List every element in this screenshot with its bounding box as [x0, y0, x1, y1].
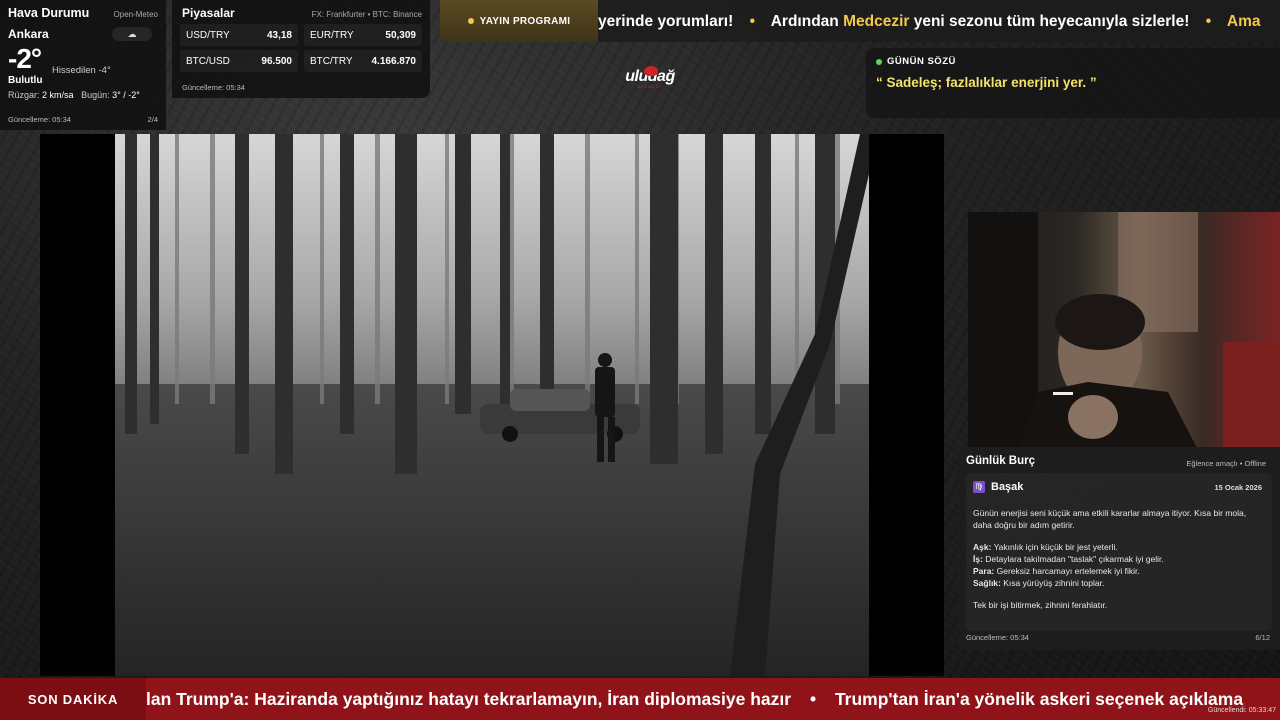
logo-badge-icon	[644, 66, 658, 76]
horoscope-health: Sağlık: Kısa yürüyüş zihnini toplar.	[973, 577, 1265, 589]
ticker-item: yerinde yorumları!	[598, 13, 734, 30]
horoscope-widget: Günlük Burç Eğlence amaçlı • Offline ♍ B…	[958, 447, 1280, 650]
market-item: USD/TRY 43,18	[180, 24, 298, 46]
market-value: 96.500	[261, 55, 292, 67]
cloud-icon: ☁	[112, 27, 152, 41]
horoscope-updated: Güncelleme: 05:34	[966, 633, 1029, 642]
horoscope-details: Aşk: Yakınlık için küçük bir jest yeterl…	[973, 541, 1265, 589]
weather-feels-like: Hissedilen -4°	[52, 65, 111, 76]
money-label: Para:	[973, 566, 995, 577]
markets-widget: Piyasalar FX: Frankfurter • BTC: Binance…	[172, 0, 430, 98]
schedule-label: YAYIN PROGRAMI	[479, 15, 571, 27]
ticker-text: Ardından	[770, 13, 844, 30]
market-value: 4.166.870	[371, 55, 417, 67]
ticker-separator: •	[749, 13, 755, 30]
quote-label: GÜNÜN SÖZÜ	[876, 56, 1270, 67]
market-value: 50,309	[385, 29, 416, 41]
forest-scene	[115, 134, 869, 676]
market-item: EUR/TRY 50,309	[304, 24, 422, 46]
breaking-ticker: lan Trump'a: Haziranda yaptığınız hatayı…	[146, 678, 1280, 720]
video-player[interactable]	[40, 134, 944, 676]
horoscope-advice: Tek bir işi bitirmek, zihnini ferahlatır…	[973, 600, 1108, 611]
today-value: 3° / -2°	[112, 90, 140, 100]
weather-page: 2/4	[147, 115, 158, 124]
wind-label: Rüzgar:	[8, 90, 40, 100]
market-label: EUR/TRY	[310, 29, 354, 41]
horoscope-sign: Başak	[991, 481, 1024, 493]
markets-source: FX: Frankfurter • BTC: Binance	[311, 10, 422, 19]
breaking-label: SON DAKİKA	[0, 678, 146, 720]
breaking-news-bar: SON DAKİKA lan Trump'a: Haziranda yaptığ…	[0, 678, 1280, 720]
ticker-highlight: Medcezir	[843, 13, 910, 30]
channel-logo: uludağ SERBEST	[620, 66, 680, 104]
ticker-item: Ardından Medcezir yeni sezonu tüm heyeca…	[771, 13, 1190, 30]
work-text: Detaylara takılmadan "taslak" çıkarmak i…	[982, 554, 1164, 565]
schedule-button[interactable]: YAYIN PROGRAMI	[440, 0, 598, 42]
webcam-feed	[968, 212, 1280, 450]
quote-of-the-day: GÜNÜN SÖZÜ “ Sadeleş; fazlalıklar enerji…	[866, 48, 1280, 118]
webcam-scene	[968, 212, 1280, 450]
market-label: USD/TRY	[186, 29, 230, 41]
breaking-separator: •	[809, 689, 817, 709]
market-label: BTC/USD	[186, 55, 230, 67]
money-text: Gereksiz harcamayı ertelemek iyi fikir.	[994, 566, 1140, 577]
weather-widget: Hava Durumu Open-Meteo Ankara ☁ -2° Hiss…	[0, 0, 166, 130]
breaking-updated: Güncellendi: 05:33:47	[1207, 707, 1276, 714]
horoscope-love: Aşk: Yakınlık için küçük bir jest yeterl…	[973, 541, 1265, 553]
ticker-text: yeni sezonu tüm heyecanıyla sizlerle!	[909, 13, 1190, 30]
health-text: Kısa yürüyüş zihnini toplar.	[1000, 578, 1105, 589]
horoscope-body: Günün enerjisi seni küçük ama etkili kar…	[973, 507, 1265, 611]
breaking-item: Trump'tan İran'a yönelik askeri seçenek …	[834, 689, 1244, 709]
horoscope-card: ♍ Başak 15 Ocak 2026 Günün enerjisi seni…	[966, 473, 1272, 631]
today-label: Bugün:	[81, 90, 110, 100]
ticker-separator: •	[1205, 13, 1212, 30]
market-item: BTC/TRY 4.166.870	[304, 50, 422, 72]
work-label: İş:	[973, 554, 983, 565]
market-label: BTC/TRY	[310, 55, 353, 67]
top-ticker-scroll: yerinde yorumları! • Ardından Medcezir y…	[598, 0, 1260, 42]
health-label: Sağlık:	[973, 578, 1001, 589]
live-dot-icon	[467, 18, 474, 24]
market-value: 43,18	[266, 29, 292, 41]
horoscope-intro: Günün enerjisi seni küçük ama etkili kar…	[973, 508, 1247, 531]
love-text: Yakınlık için küçük bir jest yeterli.	[991, 542, 1118, 553]
weather-updated: Güncelleme: 05:34	[8, 115, 71, 124]
weather-description: Bulutlu	[8, 75, 43, 86]
breaking-item: lan Trump'a: Haziranda yaptığınız hatayı…	[146, 689, 792, 709]
virgo-icon: ♍	[973, 481, 985, 493]
market-item: BTC/USD 96.500	[180, 50, 298, 72]
quote-label-text: GÜNÜN SÖZÜ	[887, 56, 956, 67]
ticker-item: Ama	[1226, 13, 1261, 30]
top-ticker: yerinde yorumları! • Ardından Medcezir y…	[598, 0, 1280, 42]
quote-text: “ Sadeleş; fazlalıklar enerjini yer. ”	[876, 75, 1097, 90]
weather-source: Open-Meteo	[113, 10, 158, 19]
weather-details: Rüzgar: 2 km/sa Bugün: 3° / -2°	[8, 90, 158, 100]
horoscope-meta: Eğlence amaçlı • Offline	[1186, 459, 1266, 468]
status-dot-icon	[876, 58, 882, 65]
markets-grid: USD/TRY 43,18 EUR/TRY 50,309 BTC/USD 96.…	[180, 24, 422, 72]
horoscope-date: 15 Ocak 2026	[1214, 483, 1262, 492]
wind-value: 2 km/sa	[42, 90, 74, 100]
markets-updated: Güncelleme: 05:34	[182, 83, 245, 92]
horoscope-page: 6/12	[1255, 633, 1270, 642]
horoscope-work: İş: Detaylara takılmadan "taslak" çıkarm…	[973, 553, 1265, 565]
horoscope-money: Para: Gereksiz harcamayı ertelemek iyi f…	[973, 565, 1265, 577]
love-label: Aşk:	[973, 542, 992, 553]
video-frame	[115, 134, 869, 676]
